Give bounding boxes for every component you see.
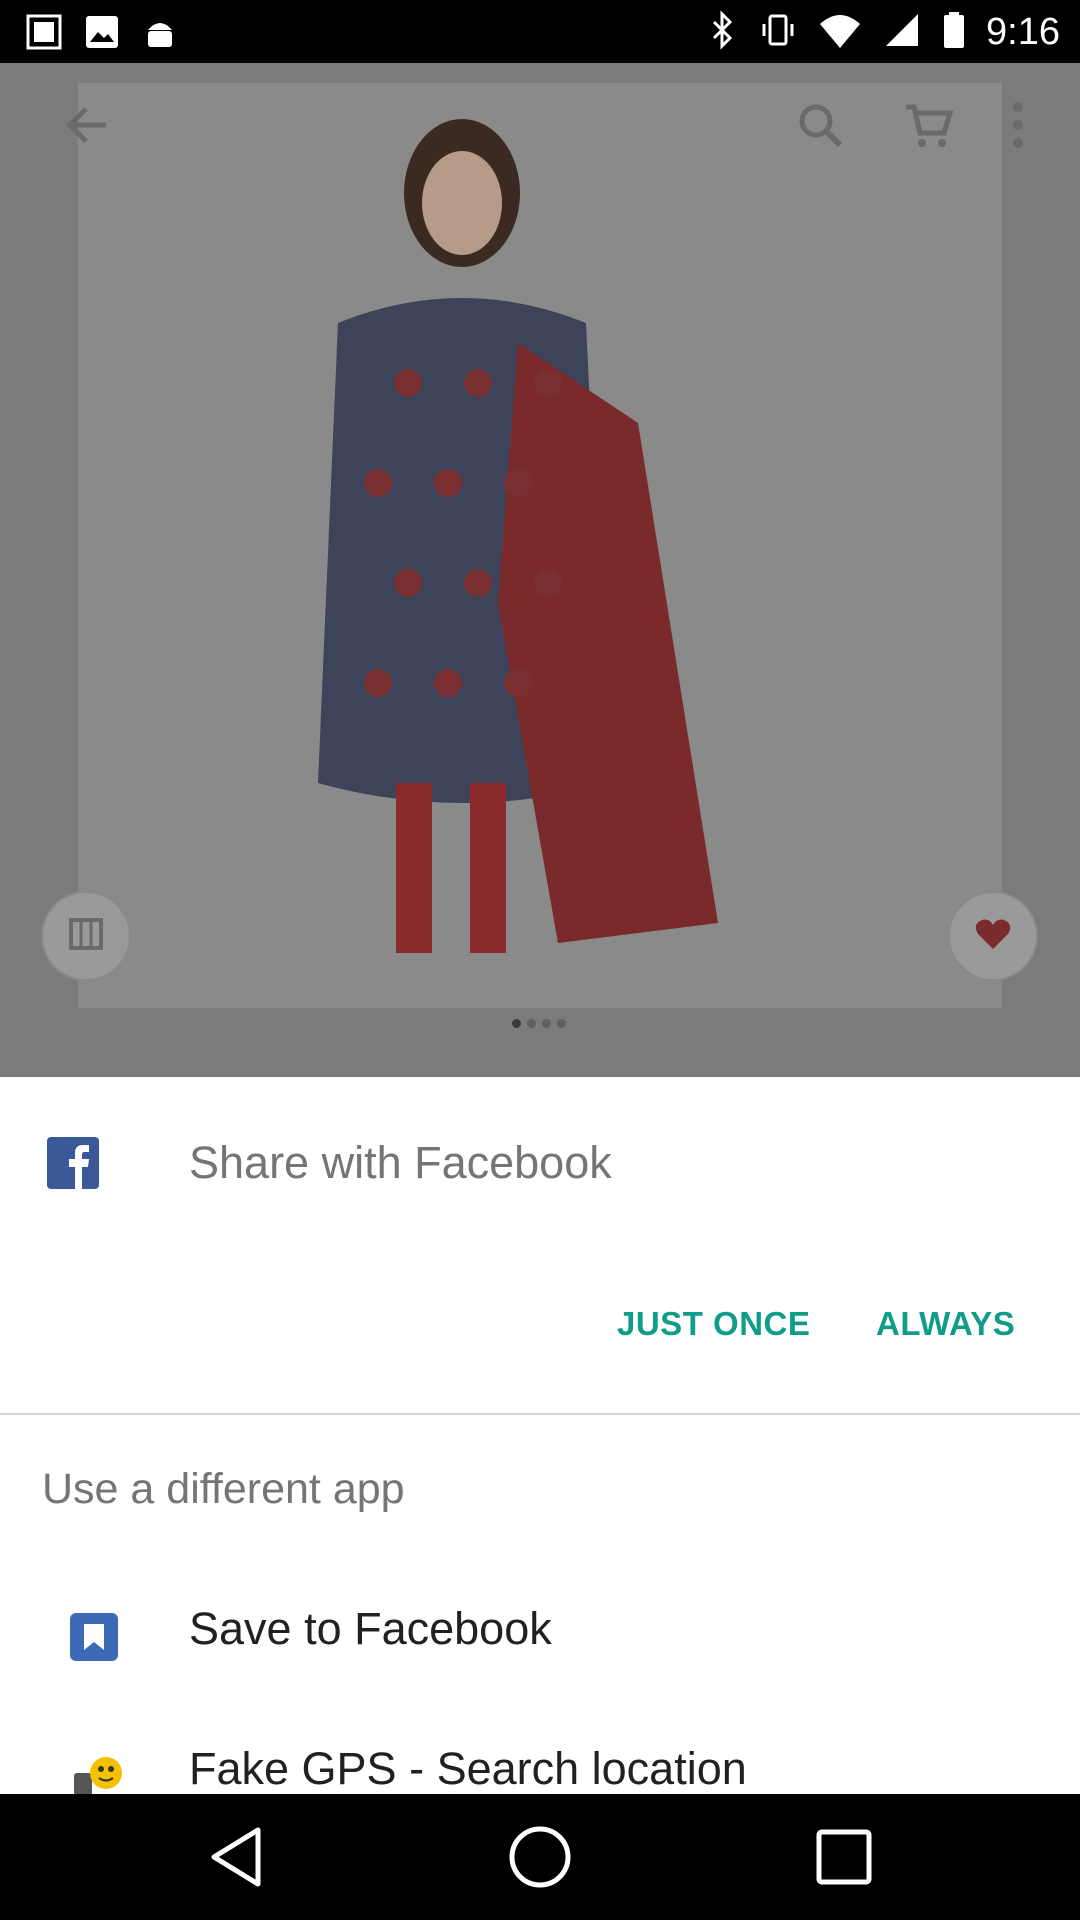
just-once-button[interactable]: JUST ONCE [617, 1305, 810, 1343]
more-vert-icon[interactable] [990, 97, 1046, 153]
wishlist-button[interactable] [948, 891, 1038, 981]
navigation-bar [0, 1794, 1080, 1920]
image-icon [82, 12, 122, 57]
wifi-icon [818, 10, 862, 55]
background-product-page [0, 63, 1080, 1077]
status-time: 9:16 [986, 11, 1060, 53]
use-different-app-title: Use a different app [42, 1465, 405, 1513]
share-title: Share with Facebook [189, 1137, 612, 1188]
status-bar: 9:16 [0, 0, 1080, 63]
app-item-fake-gps[interactable]: Fake GPS - Search location [0, 1707, 1080, 1794]
app-item-save-to-facebook[interactable]: Save to Facebook [0, 1567, 1080, 1707]
recents-nav-icon[interactable] [811, 1824, 877, 1890]
bookmark-icon [70, 1613, 118, 1661]
back-nav-icon[interactable] [203, 1824, 269, 1890]
signal-icon [882, 10, 922, 55]
product-toolbar [0, 63, 1080, 183]
search-icon[interactable] [792, 97, 848, 153]
image-pager-indicator [512, 1019, 566, 1028]
heart-icon [974, 917, 1012, 956]
back-arrow-icon[interactable] [60, 97, 116, 153]
share-sheet: Share with Facebook JUST ONCE ALWAYS Use… [0, 1077, 1080, 1794]
vibrate-icon [758, 10, 798, 55]
bluetooth-icon [708, 10, 738, 55]
android-icon [140, 12, 180, 57]
compare-button[interactable] [41, 891, 131, 981]
share-with-facebook-row: Share with Facebook [0, 1077, 1080, 1242]
facebook-icon [47, 1137, 99, 1189]
divider [0, 1413, 1080, 1415]
fake-gps-app-icon [70, 1753, 126, 1794]
home-nav-icon[interactable] [507, 1824, 573, 1890]
cart-icon[interactable] [900, 97, 956, 153]
app-item-label: Save to Facebook [189, 1603, 552, 1654]
product-image [78, 83, 1002, 1008]
battery-icon [942, 10, 966, 55]
compare-icon [65, 916, 107, 957]
app-item-label: Fake GPS - Search location [189, 1743, 747, 1794]
always-button[interactable]: ALWAYS [876, 1305, 1015, 1343]
gps-fake-icon [24, 12, 64, 57]
